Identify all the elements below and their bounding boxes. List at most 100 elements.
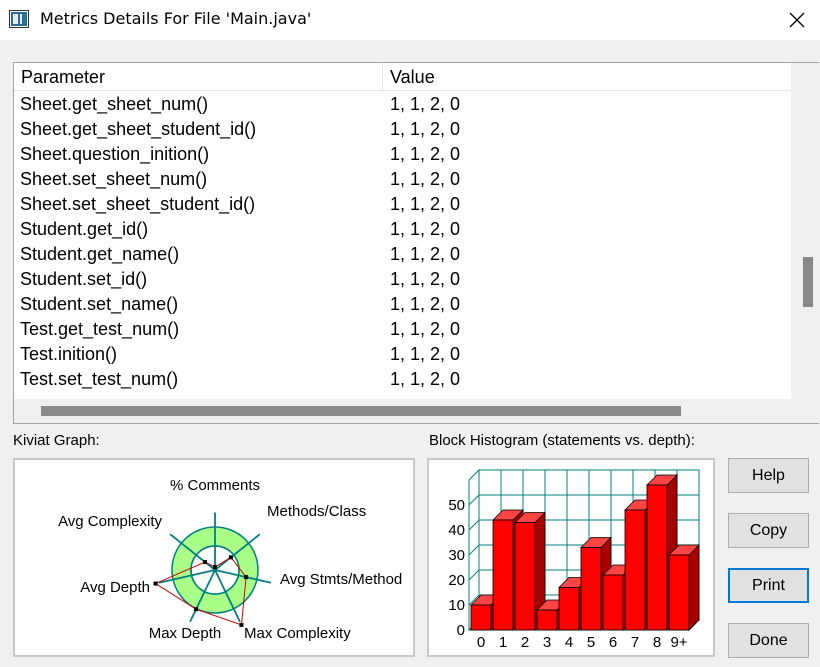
column-header-value[interactable]: Value — [383, 63, 792, 91]
kiviat-point — [203, 560, 208, 565]
histogram-bar-front — [602, 574, 624, 631]
kiviat-graph: % Comments Methods/Class Avg Stmts/Method M… — [13, 458, 415, 657]
parameter-cell: Student.set_name() — [20, 294, 179, 314]
histogram-xtick-label: 5 — [587, 634, 595, 651]
histogram-bar-front — [492, 519, 514, 631]
list-item[interactable]: Sheet.set_sheet_student_id() 1, 1, 2, 0 — [14, 192, 792, 217]
histogram-xtick-label: 2 — [521, 634, 529, 651]
column-header-parameter[interactable]: Parameter — [14, 63, 383, 91]
histogram-bar-front — [646, 484, 668, 631]
parameter-cell: Student.get_id() — [20, 219, 149, 239]
histogram-bar — [668, 544, 700, 631]
window-title: Metrics Details For File 'Main.java' — [40, 9, 312, 28]
parameter-cell: Student.set_id() — [20, 269, 148, 289]
histogram-xtick-label: 6 — [609, 634, 617, 651]
kiviat-label: Kiviat Graph: — [13, 432, 100, 449]
list-rows: Sheet.get_sheet_num() 1, 1, 2, 0 Sheet.get… — [14, 92, 792, 392]
close-icon — [789, 12, 805, 28]
vertical-scroll-thumb[interactable] — [803, 257, 813, 307]
histogram-xtick-label: 4 — [565, 634, 573, 651]
histogram-ytick-label: 50 — [448, 497, 465, 514]
kiviat-axis-label: Avg Complexity — [58, 513, 162, 530]
list-item[interactable]: Sheet.get_sheet_num() 1, 1, 2, 0 — [14, 92, 792, 117]
histogram-ytick-label: 0 — [457, 622, 465, 639]
done-button[interactable]: Done — [728, 623, 809, 658]
list-item[interactable]: Test.inition() 1, 1, 2, 0 — [14, 342, 792, 367]
kiviat-point — [244, 575, 249, 580]
parameter-cell: Sheet.set_sheet_student_id() — [20, 194, 256, 214]
metrics-dialog: Metrics Details For File 'Main.java' Par… — [0, 0, 820, 667]
help-button[interactable]: Help — [728, 458, 809, 493]
histogram-bar-front — [580, 547, 602, 631]
histogram-ytick-label: 40 — [448, 522, 465, 539]
histogram-xtick-label: 0 — [477, 634, 485, 651]
app-icon — [9, 10, 29, 28]
value-cell: 1, 1, 2, 0 — [390, 319, 461, 339]
histogram-xtick-label: 1 — [499, 634, 507, 651]
kiviat-point — [213, 565, 217, 570]
list-item[interactable]: Sheet.set_sheet_num() 1, 1, 2, 0 — [14, 167, 792, 192]
value-cell: 1, 1, 2, 0 — [390, 219, 461, 239]
histogram-bar-front — [668, 554, 690, 631]
title-bar: Metrics Details For File 'Main.java' — [0, 0, 820, 40]
kiviat-point — [194, 607, 199, 612]
kiviat-axis-label: Max Depth — [149, 625, 222, 642]
metrics-list[interactable]: Parameter Value Sheet.get_sheet_num() 1, … — [13, 62, 819, 424]
list-item[interactable]: Student.get_name() 1, 1, 2, 0 — [14, 242, 792, 267]
kiviat-point — [228, 555, 233, 560]
value-cell: 1, 1, 2, 0 — [390, 244, 461, 264]
histogram-label: Block Histogram (statements vs. depth): — [429, 432, 695, 449]
histogram-bar-front — [514, 522, 536, 631]
list-header: Parameter Value — [14, 63, 792, 91]
parameter-cell: Student.get_name() — [20, 244, 180, 264]
kiviat-axis-label: Methods/Class — [267, 503, 366, 520]
value-cell: 1, 1, 2, 0 — [390, 194, 461, 214]
print-button[interactable]: Print — [728, 568, 809, 603]
list-item[interactable]: Sheet.question_inition() 1, 1, 2, 0 — [14, 142, 792, 167]
histogram-ytick-label: 20 — [448, 572, 465, 589]
histogram-ytick-label: 10 — [448, 597, 465, 614]
histogram-xtick-label: 7 — [631, 634, 639, 651]
value-cell: 1, 1, 2, 0 — [390, 269, 461, 289]
kiviat-axis-label: Avg Depth — [80, 579, 150, 596]
histogram-xtick-label: 3 — [543, 634, 551, 651]
kiviat-point — [153, 581, 158, 586]
value-cell: 1, 1, 2, 0 — [390, 294, 461, 314]
parameter-cell: Sheet.get_sheet_student_id() — [20, 119, 257, 139]
list-item[interactable]: Student.set_id() 1, 1, 2, 0 — [14, 267, 792, 292]
copy-button[interactable]: Copy — [728, 513, 809, 548]
parameter-cell: Sheet.set_sheet_num() — [20, 169, 208, 189]
vertical-scrollbar[interactable] — [791, 63, 819, 399]
horizontal-scroll-thumb[interactable] — [41, 406, 681, 416]
histogram-xtick-label: 9+ — [670, 634, 687, 651]
parameter-cell: Sheet.get_sheet_num() — [20, 94, 209, 114]
histogram-ytick-label: 30 — [448, 547, 465, 564]
parameter-cell: Sheet.question_inition() — [20, 144, 210, 164]
value-cell: 1, 1, 2, 0 — [390, 169, 461, 189]
kiviat-axis-label: Avg Stmts/Method — [280, 571, 402, 588]
list-item[interactable]: Test.get_test_num() 1, 1, 2, 0 — [14, 317, 792, 342]
list-item[interactable]: Student.get_id() 1, 1, 2, 0 — [14, 217, 792, 242]
kiviat-svg: % Comments Methods/Class Avg Stmts/Method M… — [58, 477, 402, 642]
list-item[interactable]: Test.set_test_num() 1, 1, 2, 0 — [14, 367, 792, 392]
histogram-bar-front — [558, 587, 580, 631]
value-cell: 1, 1, 2, 0 — [390, 344, 461, 364]
close-button[interactable] — [774, 0, 820, 40]
parameter-cell: Test.inition() — [20, 344, 118, 364]
histogram-xtick-label: 8 — [653, 634, 661, 651]
kiviat-axis-label: Max Complexity — [244, 625, 351, 642]
list-item[interactable]: Student.set_name() 1, 1, 2, 0 — [14, 292, 792, 317]
histogram-svg: 010203040500 1 2 3 4 5 6 7 8 9+ — [448, 468, 701, 651]
value-cell: 1, 1, 2, 0 — [390, 369, 461, 389]
parameter-cell: Test.set_test_num() — [20, 369, 179, 389]
value-cell: 1, 1, 2, 0 — [390, 119, 461, 139]
value-cell: 1, 1, 2, 0 — [390, 144, 461, 164]
kiviat-point — [239, 622, 244, 627]
histogram-bar-front — [536, 609, 558, 631]
block-histogram: 0 10 20 30 40 50 0 1 2 3 4 5 6 7 8 9+ — [427, 458, 715, 657]
histogram-bar-front — [470, 604, 492, 631]
list-item[interactable]: Sheet.get_sheet_student_id() 1, 1, 2, 0 — [14, 117, 792, 142]
kiviat-axis-label: % Comments — [170, 477, 260, 494]
horizontal-scrollbar[interactable] — [14, 399, 819, 423]
parameter-cell: Test.get_test_num() — [20, 319, 180, 339]
